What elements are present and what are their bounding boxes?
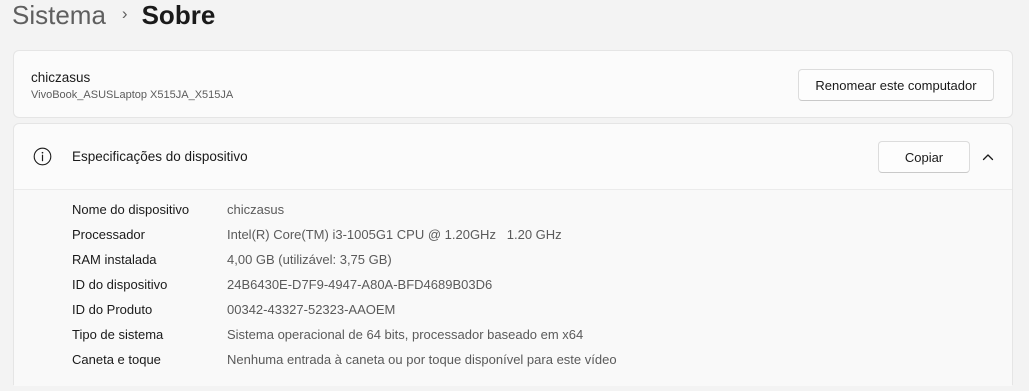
- spec-value: Intel(R) Core(TM) i3-1005G1 CPU @ 1.20GH…: [227, 227, 562, 242]
- page-title: Sobre: [141, 0, 216, 30]
- spec-label: ID do dispositivo: [72, 277, 168, 292]
- chevron-up-icon[interactable]: [980, 149, 996, 165]
- device-specs-title: Especificações do dispositivo: [72, 149, 248, 164]
- breadcrumb: Sistema › Sobre: [12, 0, 215, 30]
- spec-label: ID do Produto: [72, 302, 153, 317]
- spec-value: 24B6430E-D7F9-4947-A80A-BFD4689B03D6: [227, 277, 493, 292]
- device-specs-card: Especificações do dispositivo Copiar Nom…: [13, 123, 1013, 386]
- spec-label: Processador: [72, 227, 145, 242]
- spec-value: chiczasus: [227, 202, 285, 217]
- spec-value: 4,00 GB (utilizável: 3,75 GB): [227, 252, 392, 267]
- device-specs-header[interactable]: Especificações do dispositivo Copiar: [14, 124, 1012, 190]
- spec-value: Nenhuma entrada à caneta ou por toque di…: [227, 352, 617, 367]
- breadcrumb-separator-icon: ›: [121, 4, 128, 23]
- spec-label: Tipo de sistema: [72, 327, 164, 342]
- breadcrumb-parent-sistema[interactable]: Sistema: [12, 0, 106, 30]
- spec-label: RAM instalada: [72, 252, 157, 267]
- spec-label: Caneta e toque: [72, 352, 161, 367]
- copy-button[interactable]: Copiar: [878, 141, 970, 173]
- spec-value: 00342-43327-52323-AAOEM: [227, 302, 396, 317]
- info-icon: [33, 147, 52, 166]
- device-name: chiczasus: [31, 70, 91, 85]
- spec-label: Nome do dispositivo: [72, 202, 190, 217]
- spec-value: Sistema operacional de 64 bits, processa…: [227, 327, 584, 342]
- rename-pc-button[interactable]: Renomear este computador: [798, 69, 994, 101]
- device-model: VivoBook_ASUSLaptop X515JA_X515JA: [31, 89, 234, 101]
- device-specs-list: Nome do dispositivo chiczasus Processado…: [14, 190, 1012, 386]
- settings-about-page: Sistema › Sobre chiczasus VivoBook_ASUSL…: [0, 0, 1029, 391]
- device-name-card: chiczasus VivoBook_ASUSLaptop X515JA_X51…: [13, 50, 1013, 118]
